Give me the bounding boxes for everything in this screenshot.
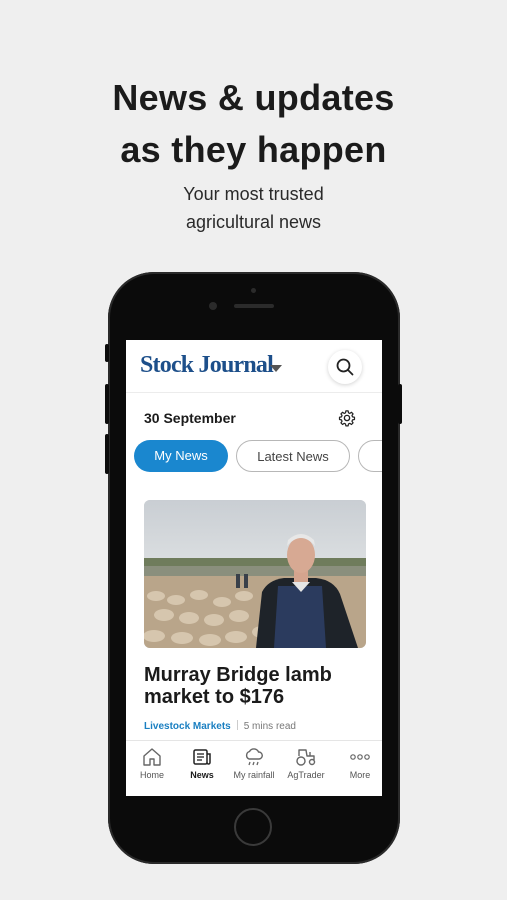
nav-news-label: News xyxy=(190,770,214,780)
nav-home[interactable]: Home xyxy=(126,747,178,780)
nav-news[interactable]: News xyxy=(176,747,228,780)
tractor-icon xyxy=(296,749,316,766)
headline-line-1: News & updates xyxy=(112,77,395,118)
phone-home-button[interactable] xyxy=(234,808,272,846)
subline-line-2: agricultural news xyxy=(185,212,322,232)
nav-agtrader-label: AgTrader xyxy=(287,770,325,780)
promo-headline: News & updates as they happen xyxy=(0,72,507,176)
nav-more[interactable]: More xyxy=(334,747,382,780)
meta-divider xyxy=(236,720,238,730)
current-date: 30 September xyxy=(144,410,236,426)
phone-volume-down xyxy=(105,434,109,474)
chevron-down-icon[interactable] xyxy=(270,365,282,372)
phone-frame: Stock Journal 30 September My News Lates… xyxy=(105,272,402,864)
brand-logo[interactable]: Stock Journal xyxy=(140,352,274,379)
article-read-time: 5 mins read xyxy=(243,721,296,732)
tab-more-partial[interactable] xyxy=(358,440,382,472)
search-button[interactable] xyxy=(328,350,362,384)
tab-latest-news[interactable]: Latest News xyxy=(236,440,350,472)
nav-agtrader[interactable]: AgTrader xyxy=(280,747,332,780)
phone-speaker xyxy=(234,304,274,308)
nav-home-label: Home xyxy=(139,770,164,780)
article-image[interactable] xyxy=(144,500,366,648)
article-category[interactable]: Livestock Markets xyxy=(144,721,231,732)
bottom-navigation: Home News My rainfall AgTrader More xyxy=(126,740,382,796)
subline-line-1: Your most trusted xyxy=(183,184,324,204)
more-dots-icon xyxy=(350,754,370,760)
nav-more-label: More xyxy=(349,770,371,780)
phone-sensor xyxy=(251,288,256,293)
news-icon xyxy=(193,749,211,765)
app-screen: Stock Journal 30 September My News Lates… xyxy=(126,340,382,796)
headline-line-2: as they happen xyxy=(120,129,387,170)
nav-my-rainfall[interactable]: My rainfall xyxy=(226,747,282,780)
phone-camera xyxy=(209,302,217,310)
home-icon xyxy=(143,748,161,766)
article-photo xyxy=(144,500,366,648)
phone-power-button xyxy=(398,384,402,424)
phone-volume-up xyxy=(105,384,109,424)
article-meta: Livestock Markets 5 mins read xyxy=(144,720,296,732)
article-title[interactable]: Murray Bridge lamb market to $176 xyxy=(144,664,366,708)
promo-subline: Your most trusted agricultural news xyxy=(0,180,507,236)
app-header: Stock Journal xyxy=(126,340,382,393)
nav-my-rainfall-label: My rainfall xyxy=(233,770,275,780)
gear-icon[interactable] xyxy=(338,409,356,427)
rain-cloud-icon xyxy=(245,748,263,766)
phone-mute-switch xyxy=(105,344,109,362)
tab-my-news[interactable]: My News xyxy=(134,440,228,472)
news-tabs: My News Latest News xyxy=(134,440,382,476)
search-icon xyxy=(336,358,354,376)
